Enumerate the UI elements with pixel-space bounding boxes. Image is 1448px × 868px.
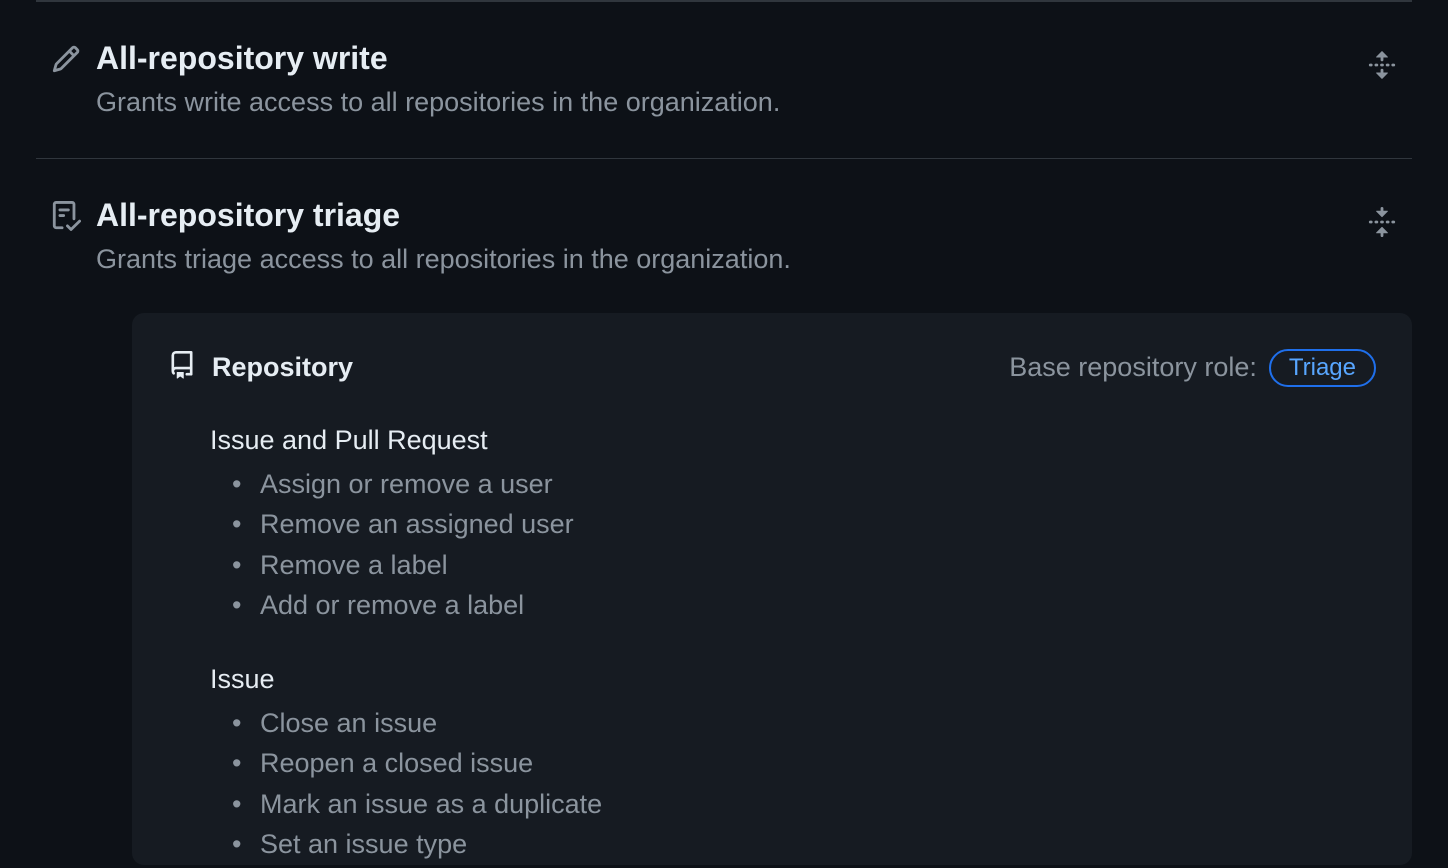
permissions-section-title: Repository [212,352,353,383]
permission-item: Mark an issue as a duplicate [232,784,1376,825]
permission-item: Add or remove a label [232,585,1376,626]
base-role-badge: Triage [1269,349,1376,387]
permission-group: Issue and Pull Request Assign or remove … [210,425,1376,626]
role-description: Grants triage access to all repositories… [96,241,1352,279]
collapse-icon[interactable] [1352,195,1412,237]
permission-group: Issue Close an issue Reopen a closed iss… [210,664,1376,865]
base-role-label: Base repository role: [1009,352,1257,383]
role-content: All-repository triage Grants triage acce… [96,195,1352,279]
checklist-icon [36,195,96,231]
permission-item: Close an issue [232,703,1376,744]
repo-icon [168,351,196,384]
role-row-write[interactable]: All-repository write Grants write access… [36,1,1412,158]
permissions-panel: Repository Base repository role: Triage … [132,313,1412,865]
permission-item: Set an issue type [232,824,1376,865]
permissions-header: Repository Base repository role: Triage [168,349,1376,387]
role-title: All-repository write [96,38,1352,78]
permission-group-title: Issue and Pull Request [210,425,1376,456]
pencil-icon [36,38,96,74]
expand-icon[interactable] [1352,38,1412,80]
permission-item: Assign or remove a user [232,464,1376,505]
permission-item: Reopen a closed issue [232,743,1376,784]
role-content: All-repository write Grants write access… [96,38,1352,122]
role-description: Grants write access to all repositories … [96,84,1352,122]
permission-item: Remove a label [232,545,1376,586]
permission-group-title: Issue [210,664,1376,695]
role-row-triage[interactable]: All-repository triage Grants triage acce… [36,158,1412,865]
role-title: All-repository triage [96,195,1352,235]
permission-item: Remove an assigned user [232,504,1376,545]
